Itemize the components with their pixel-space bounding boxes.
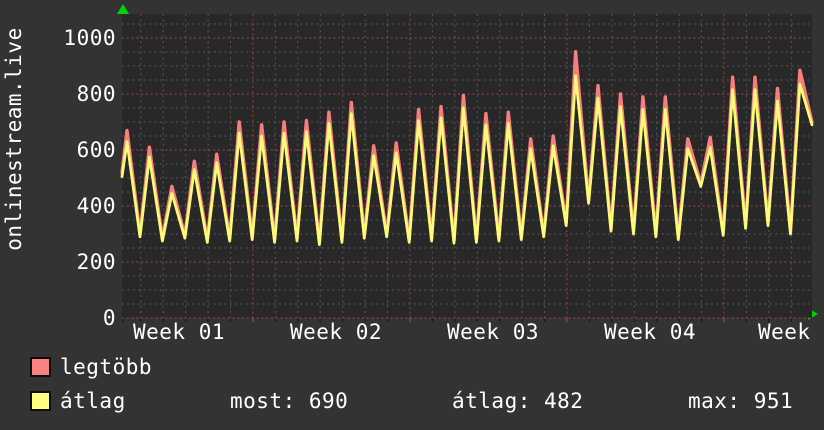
legend-row-atlag: átlag [30,389,126,413]
y-tick-label: 400 [76,194,116,218]
y-axis-arrow-icon [117,4,129,14]
legend-label-atlag: átlag [60,389,126,413]
legend-row-legtobb: legtöbb [30,355,152,379]
chart-plot-svg [120,14,814,322]
x-week-label: Week [758,320,811,344]
legend-swatch-legtobb [30,357,51,377]
legend-label-legtobb: legtöbb [60,355,153,379]
stat-max: max: 951 [688,389,794,413]
x-week-label: Week 02 [289,320,383,344]
y-tick-label: 0 [102,306,116,330]
stat-atlag: átlag: 482 [452,389,584,413]
y-tick-label: 600 [76,138,116,162]
x-week-label: Week 01 [132,320,226,344]
stat-most: most: 690 [230,389,349,413]
y-tick-label: 200 [76,250,116,274]
rrdtool-graph: onlinestream.live 0 200 400 600 800 1000… [0,0,824,430]
chart-plot-area [120,14,814,322]
x-week-label: Week 03 [446,320,540,344]
x-week-label: Week 04 [603,320,697,344]
legend-swatch-atlag [30,391,51,411]
y-tick-label: 1000 [63,26,116,50]
y-tick-label: 800 [76,82,116,106]
